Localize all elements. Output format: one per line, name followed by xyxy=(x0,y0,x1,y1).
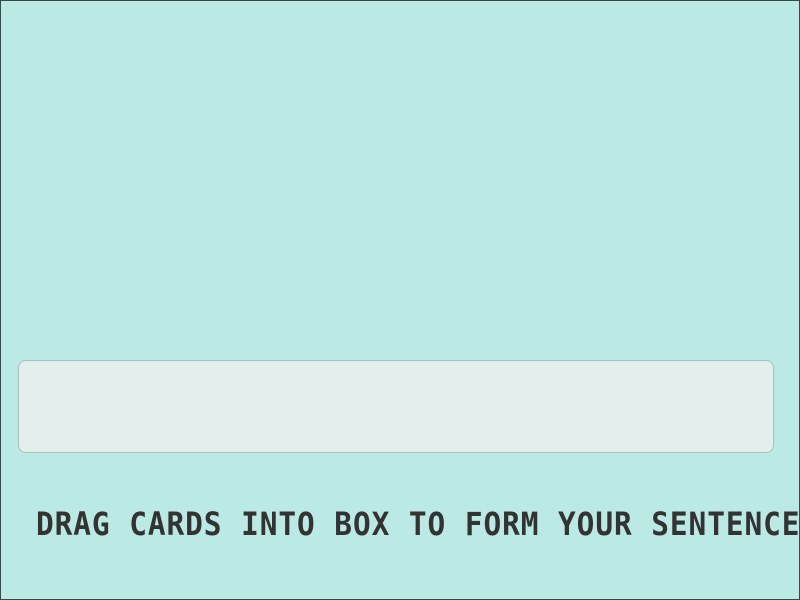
instruction-text: DRAG CARDS INTO BOX TO FORM YOUR SENTENC… xyxy=(36,505,800,543)
sentence-drop-box[interactable] xyxy=(18,360,774,453)
game-stage: DRAG CARDS INTO BOX TO FORM YOUR SENTENC… xyxy=(0,0,800,600)
card-area xyxy=(1,1,799,351)
